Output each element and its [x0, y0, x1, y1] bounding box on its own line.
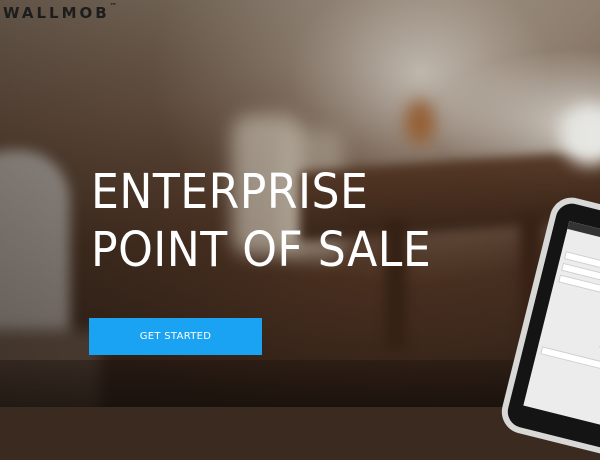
brand-logo-text: WALLMOB [3, 4, 110, 22]
hero-headline-line-1: ENTERPRISE [91, 163, 431, 221]
brand-logo[interactable]: WALLMOB™ [3, 4, 117, 22]
hero-headline: ENTERPRISE POINT OF SALE [91, 163, 461, 279]
hero-headline-line-2: POINT OF SALE [91, 221, 431, 279]
get-started-button[interactable]: GET STARTED [89, 318, 262, 355]
brand-trademark: ™ [110, 2, 117, 10]
tablet-list-row [540, 346, 600, 378]
tablet-top-bar [567, 221, 600, 255]
